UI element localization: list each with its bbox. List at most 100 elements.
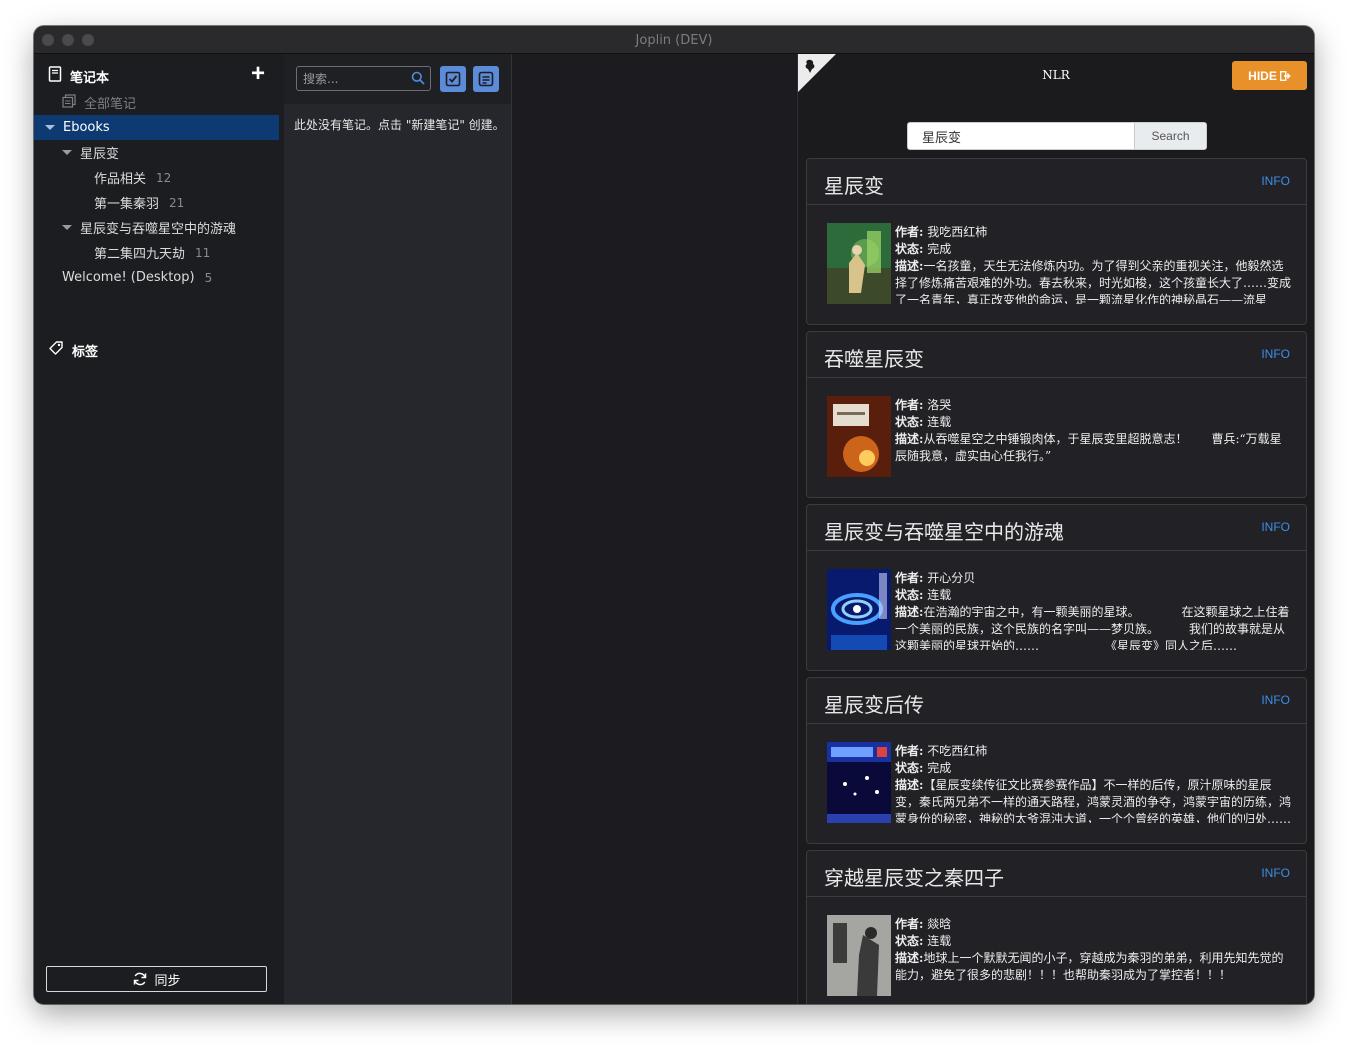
book-status: 完成 xyxy=(927,761,952,775)
book-cover-image[interactable] xyxy=(827,915,891,996)
book-author: 洛哭 xyxy=(927,398,952,412)
notebooks-header[interactable]: 笔记本 xyxy=(48,66,109,87)
book-card-header: 穿越星辰变之秦四子 INFO xyxy=(807,851,1306,897)
sidebar-item-label: Welcome! (Desktop) xyxy=(62,270,195,285)
sidebar-item-works[interactable]: 作品相关 12 xyxy=(34,165,279,190)
info-link[interactable]: INFO xyxy=(1261,693,1290,707)
new-todo-button[interactable] xyxy=(440,66,466,92)
book-card-body: 作者: 开心分贝 状态: 连载 描述:在浩瀚的宇宙之中，有一颗美丽的星球。 在这… xyxy=(807,551,1306,671)
desc-key: 描述: xyxy=(895,951,924,965)
book-card: 星辰变后传 INFO 作者: 不吃西红柿 状态: 完成 描述:【星辰变续传征文比… xyxy=(806,677,1307,844)
sidebar-item-volume-one[interactable]: 第一集秦羽 21 xyxy=(34,190,279,215)
tags-header[interactable]: 标签 xyxy=(48,340,98,361)
note-icon xyxy=(478,71,494,87)
book-description: 一名孩童，天生无法修炼内功。为了得到父亲的重视关注，他毅然选择了修炼痛苦艰难的外… xyxy=(895,259,1291,304)
sidebar-item-volume-two[interactable]: 第二集四九天劫 11 xyxy=(34,240,279,265)
desc-key: 描述: xyxy=(895,259,924,273)
sidebar-item-wandering-soul[interactable]: 星辰变与吞噬星空中的游魂 xyxy=(34,215,279,240)
book-status: 完成 xyxy=(927,242,952,256)
book-card-body: 作者: 不吃西红柿 状态: 完成 描述:【星辰变续传征文比赛参赛作品】不一样的后… xyxy=(807,724,1306,844)
sidebar-item-label: 星辰变与吞噬星空中的游魂 xyxy=(80,222,237,237)
book-card-header: 星辰变后传 INFO xyxy=(807,678,1306,724)
sidebar-item-xingchenbian[interactable]: 星辰变 xyxy=(34,140,279,165)
book-card-header: 吞噬星辰变 INFO xyxy=(807,332,1306,378)
book-card: 星辰变 INFO 作者: 我吃西红柿 状态: 完成 描述:一名孩童，天生无法修炼… xyxy=(806,158,1307,325)
book-description: 在浩瀚的宇宙之中，有一颗美丽的星球。 在这颗星球之上住着一个美丽的民族，这个民族… xyxy=(895,605,1290,650)
note-list: 此处没有笔记。点击 "新建笔记" 创建。 xyxy=(284,54,511,1004)
book-status: 连载 xyxy=(927,415,952,429)
book-cover-image[interactable] xyxy=(827,569,891,650)
sign-out-icon xyxy=(1279,70,1291,81)
new-note-button[interactable] xyxy=(473,66,499,92)
desc-key: 描述: xyxy=(895,605,924,619)
book-author: 开心分贝 xyxy=(927,571,976,585)
all-notes-icon xyxy=(62,93,76,112)
notebook-icon xyxy=(48,66,62,87)
book-details: 作者: 开心分贝 状态: 连载 描述:在浩瀚的宇宙之中，有一颗美丽的星球。 在这… xyxy=(895,570,1291,650)
desc-key: 描述: xyxy=(895,778,924,792)
info-link[interactable]: INFO xyxy=(1261,520,1290,534)
sync-label: 同步 xyxy=(154,973,181,989)
sidebar-item-welcome[interactable]: Welcome! (Desktop) 5 xyxy=(34,265,279,290)
book-title: 穿越星辰变之秦四子 xyxy=(824,866,1004,890)
status-key: 状态: xyxy=(895,761,924,775)
search-input[interactable] xyxy=(303,70,403,87)
book-cover-image[interactable] xyxy=(827,742,891,823)
info-link[interactable]: INFO xyxy=(1261,174,1290,188)
tags-label: 标签 xyxy=(72,345,99,360)
book-author: 燚晗 xyxy=(927,917,952,931)
window-title: Joplin (DEV) xyxy=(635,33,713,48)
editor-area xyxy=(511,54,797,1004)
tag-icon xyxy=(48,340,64,361)
search-icon[interactable] xyxy=(411,71,425,90)
chevron-down-icon[interactable] xyxy=(45,125,55,130)
all-notes-label: 全部笔记 xyxy=(84,97,137,112)
book-title: 星辰变与吞噬星空中的游魂 xyxy=(824,520,1064,544)
checkbox-icon xyxy=(445,71,461,87)
sidebar-item-ebooks[interactable]: Ebooks xyxy=(34,115,279,140)
book-cover-image[interactable] xyxy=(827,396,891,477)
chevron-down-icon[interactable] xyxy=(62,150,72,155)
sync-button[interactable]: 同步 xyxy=(46,966,267,992)
author-key: 作者: xyxy=(895,398,924,412)
book-title: 吞噬星辰变 xyxy=(824,347,924,371)
book-search-bar: Search xyxy=(907,122,1207,150)
author-key: 作者: xyxy=(895,744,924,758)
book-card-header: 星辰变与吞噬星空中的游魂 INFO xyxy=(807,505,1306,551)
book-details: 作者: 不吃西红柿 状态: 完成 描述:【星辰变续传征文比赛参赛作品】不一样的后… xyxy=(895,743,1291,823)
hide-button[interactable]: HIDE xyxy=(1232,61,1307,90)
book-title: 星辰变后传 xyxy=(824,693,924,717)
book-description: 地球上一个默默无闻的小子，穿越成为秦羽的弟弟，利用先知先觉的能力，避免了很多的悲… xyxy=(895,951,1284,982)
book-search-input[interactable] xyxy=(908,123,1134,149)
note-count: 21 xyxy=(169,195,185,210)
add-notebook-button[interactable]: + xyxy=(251,62,265,86)
book-card-body: 作者: 燚晗 状态: 连载 描述:地球上一个默默无闻的小子，穿越成为秦羽的弟弟，… xyxy=(807,897,1306,1004)
sidebar-item-label: 作品相关 xyxy=(94,172,147,187)
app-window: Joplin (DEV) 笔记本 + 全部笔记 Ebooks 星辰变 作品相关 … xyxy=(34,26,1314,1004)
sync-icon xyxy=(132,971,148,987)
book-status: 连载 xyxy=(927,588,952,602)
book-card: 吞噬星辰变 INFO 作者: 洛哭 状态: 连载 描述:从吞噬星空之中锤锻肉体，… xyxy=(806,331,1307,498)
book-details: 作者: 洛哭 状态: 连载 描述:从吞噬星空之中锤锻肉体，于星辰变里超脱意志！ … xyxy=(895,397,1291,477)
author-key: 作者: xyxy=(895,571,924,585)
book-details: 作者: 燚晗 状态: 连载 描述:地球上一个默默无闻的小子，穿越成为秦羽的弟弟，… xyxy=(895,916,1291,996)
info-link[interactable]: INFO xyxy=(1261,347,1290,361)
book-cover-image[interactable] xyxy=(827,223,891,304)
search-box[interactable] xyxy=(296,66,431,91)
book-card-header: 星辰变 INFO xyxy=(807,159,1306,205)
status-key: 状态: xyxy=(895,934,924,948)
status-key: 状态: xyxy=(895,588,924,602)
all-notes-item[interactable]: 全部笔记 xyxy=(34,90,279,115)
author-key: 作者: xyxy=(895,225,924,239)
status-key: 状态: xyxy=(895,242,924,256)
info-link[interactable]: INFO xyxy=(1261,866,1290,880)
book-card-body: 作者: 我吃西红柿 状态: 完成 描述:一名孩童，天生无法修炼内功。为了得到父亲… xyxy=(807,205,1306,325)
author-key: 作者: xyxy=(895,917,924,931)
sidebar-item-label: 第二集四九天劫 xyxy=(94,247,186,262)
chevron-down-icon[interactable] xyxy=(62,225,72,230)
desc-key: 描述: xyxy=(895,432,924,446)
notebooks-label: 笔记本 xyxy=(70,71,110,86)
sidebar: 笔记本 + 全部笔记 Ebooks 星辰变 作品相关 12 第一集秦羽 21 星… xyxy=(34,54,284,1004)
sidebar-item-label: 星辰变 xyxy=(80,147,120,162)
book-search-button[interactable]: Search xyxy=(1134,123,1206,149)
